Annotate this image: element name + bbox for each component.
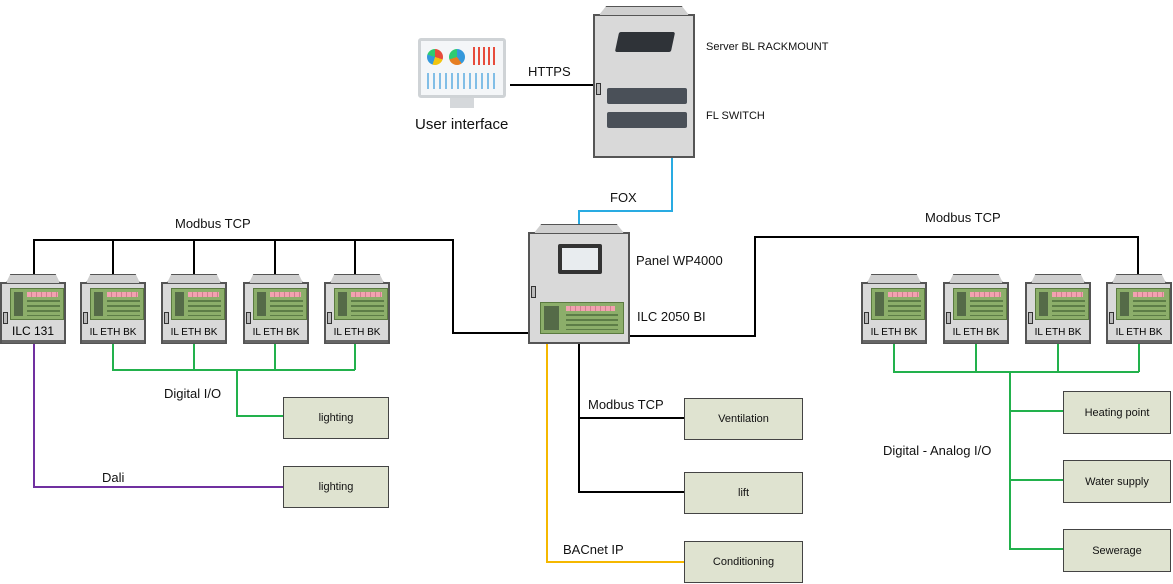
left-bk-cabinet[interactable]: IL ETH BK <box>324 274 390 344</box>
sewerage-box[interactable]: Sewerage <box>1063 529 1171 572</box>
monitor-stand <box>450 98 474 108</box>
ventilation-box[interactable]: Ventilation <box>684 398 803 440</box>
switch-device <box>607 88 687 104</box>
modbus-center-lines <box>578 343 684 493</box>
digital-analog-label: Digital - Analog I/O <box>883 443 992 458</box>
bk-label: IL ETH BK <box>952 327 1000 338</box>
switch-device <box>607 112 687 128</box>
switch-label: FL SWITCH <box>706 110 765 122</box>
right-bk-cabinet[interactable]: IL ETH BK <box>861 274 927 344</box>
https-label: HTTPS <box>528 64 571 79</box>
modbus-right-label: Modbus TCP <box>925 210 1001 225</box>
right-bk-cabinet[interactable]: IL ETH BK <box>943 274 1009 344</box>
dali-label: Dali <box>102 470 125 485</box>
water-supply-box[interactable]: Water supply <box>1063 460 1171 503</box>
user-interface-label: User interface <box>415 116 509 133</box>
ilc131-cabinet[interactable]: ILC 131 <box>0 274 66 344</box>
modbus-center-label: Modbus TCP <box>588 397 664 412</box>
server-cabinet[interactable] <box>593 6 695 158</box>
digital-io-label: Digital I/O <box>164 386 222 401</box>
fox-label: FOX <box>610 190 637 205</box>
monitor-icon[interactable] <box>418 38 506 98</box>
modbus-left-drops <box>112 240 356 276</box>
bk-label: IL ETH BK <box>252 327 300 338</box>
heating-point-box[interactable]: Heating point <box>1063 391 1171 434</box>
ilc2050-module <box>540 302 624 334</box>
network-diagram: User interface HTTPS Server BL RACKMOUNT… <box>0 0 1173 584</box>
ilc131-label: ILC 131 <box>11 324 55 338</box>
bk-label: IL ETH BK <box>1034 327 1082 338</box>
bk-label: IL ETH BK <box>870 327 918 338</box>
main-cabinet[interactable] <box>528 224 630 344</box>
bacnet-line <box>546 343 684 563</box>
lighting-box[interactable]: lighting <box>283 466 389 508</box>
conditioning-box[interactable]: Conditioning <box>684 541 803 583</box>
left-bk-cabinet[interactable]: IL ETH BK <box>161 274 227 344</box>
bacnet-label: BACnet IP <box>563 542 624 557</box>
server-label: Server BL RACKMOUNT <box>706 41 829 53</box>
bk-label: IL ETH BK <box>333 327 381 338</box>
lift-box[interactable]: lift <box>684 472 803 514</box>
panel-device <box>558 244 602 274</box>
right-bk-cabinet[interactable]: IL ETH BK <box>1025 274 1091 344</box>
left-bk-cabinet[interactable]: IL ETH BK <box>80 274 146 344</box>
bk-label: IL ETH BK <box>170 327 218 338</box>
bk-label: IL ETH BK <box>1115 327 1163 338</box>
bk-label: IL ETH BK <box>89 327 137 338</box>
modbus-left-label: Modbus TCP <box>175 216 251 231</box>
panel-label: Panel WP4000 <box>636 253 723 268</box>
left-bk-cabinet[interactable]: IL ETH BK <box>243 274 309 344</box>
server-device <box>614 32 676 52</box>
right-bk-cabinet[interactable]: IL ETH BK <box>1106 274 1172 344</box>
lighting-box[interactable]: lighting <box>283 397 389 439</box>
ilc2050-label: ILC 2050 BI <box>637 309 706 324</box>
